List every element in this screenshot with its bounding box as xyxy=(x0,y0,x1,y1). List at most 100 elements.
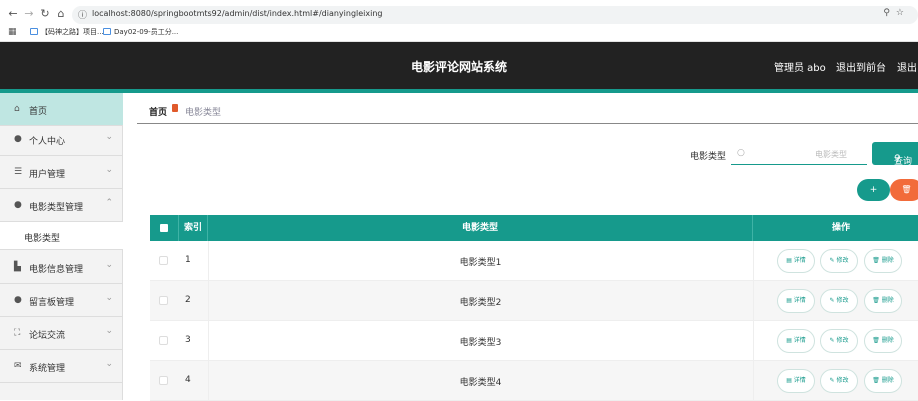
bookmark-item[interactable]: 【码神之路】项目... xyxy=(30,27,104,37)
sidebar-subitem-label: 电影类型 xyxy=(24,234,61,244)
trash-icon xyxy=(172,104,178,112)
sidebar-item-users[interactable]: ☰ 用户管理 ⌄ xyxy=(0,156,123,189)
chevron-down-icon: ⌄ xyxy=(105,132,113,142)
sidebar-item-home[interactable]: ⌂ 首页 xyxy=(0,93,123,126)
view-label: 详情 xyxy=(793,297,806,304)
edit-label: 修改 xyxy=(836,257,849,264)
table-row: 2 电影类型2 ▤ 详情 ✎ 修改 🗑 删除 xyxy=(150,281,918,321)
edit-label: 修改 xyxy=(836,377,849,384)
column-divider xyxy=(753,241,754,281)
document-icon: ▤ xyxy=(786,337,792,344)
delete-label: 删除 xyxy=(881,297,894,304)
column-header-operation: 操作 xyxy=(831,223,850,233)
list-icon: ☰ xyxy=(14,167,23,177)
delete-label: 删除 xyxy=(881,337,894,344)
url-bar[interactable]: ⓘ localhost:8080/springbootmts92/admin/d… xyxy=(72,6,918,24)
sidebar-item-system[interactable]: ✉ 系统管理 ⌄ xyxy=(0,350,123,383)
admin-user-label: 管理员 abo xyxy=(774,63,826,74)
chart-icon: ▙ xyxy=(14,262,21,272)
sidebar-item-messages[interactable]: ● 留言板管理 ⌄ xyxy=(0,284,123,317)
table-row: 1 电影类型1 ▤ 详情 ✎ 修改 🗑 删除 xyxy=(150,241,918,281)
column-header-index: 索引 xyxy=(179,215,208,241)
breadcrumb-home[interactable]: 首页 xyxy=(149,105,167,118)
chevron-down-icon: ⌄ xyxy=(105,359,113,369)
user-icon: ● xyxy=(14,295,22,305)
view-button[interactable]: ▤ 详情 xyxy=(777,329,815,353)
home-nav-icon[interactable]: ⌂ xyxy=(54,7,68,21)
table-row: 3 电影类型3 ▤ 详情 ✎ 修改 🗑 删除 xyxy=(150,321,918,361)
row-movie-type: 电影类型3 xyxy=(459,338,502,348)
delete-label: 删除 xyxy=(881,377,894,384)
bookmark-icon xyxy=(103,28,111,35)
bookmark-icon xyxy=(30,28,38,35)
row-movie-type: 电影类型2 xyxy=(459,298,502,308)
view-label: 详情 xyxy=(793,377,806,384)
edit-label: 修改 xyxy=(836,337,849,344)
edit-button[interactable]: ✎ 修改 xyxy=(820,249,858,273)
delete-label: 删除 xyxy=(881,257,894,264)
sidebar-item-label: 首页 xyxy=(29,107,48,117)
edit-button[interactable]: ✎ 修改 xyxy=(820,329,858,353)
trash-icon: 🗑 xyxy=(872,297,880,304)
reload-icon[interactable]: ↻ xyxy=(38,7,52,21)
trash-icon: 🗑 xyxy=(872,377,880,384)
address-row: ← → ↻ ⌂ ⓘ localhost:8080/springbootmts92… xyxy=(0,4,918,26)
edit-button[interactable]: ✎ 修改 xyxy=(820,369,858,393)
home-icon: ⌂ xyxy=(14,104,20,114)
table-row: 4 电影类型4 ▤ 详情 ✎ 修改 🗑 删除 xyxy=(150,361,918,401)
query-button[interactable]: 查询 ⚲ xyxy=(872,142,918,167)
view-button[interactable]: ▤ 详情 xyxy=(777,249,815,273)
edit-button[interactable]: ✎ 修改 xyxy=(820,289,858,313)
sidebar-item-label: 留言板管理 xyxy=(29,298,75,308)
back-icon[interactable]: ← xyxy=(6,7,20,21)
chevron-down-icon: ⌄ xyxy=(105,260,113,270)
sidebar-item-label: 电影类型管理 xyxy=(29,203,84,213)
forward-icon[interactable]: → xyxy=(22,7,36,21)
browser-actions-icon[interactable]: ⚲☆ xyxy=(883,8,910,18)
user-icon: ● xyxy=(14,200,22,210)
row-checkbox[interactable] xyxy=(159,296,168,305)
view-button[interactable]: ▤ 详情 xyxy=(777,289,815,313)
search-placeholder: 电影类型 xyxy=(815,150,847,159)
apps-grid-icon[interactable]: ▦ xyxy=(8,27,17,37)
row-checkbox[interactable] xyxy=(159,376,168,385)
table-header: 索引 电影类型 操作 xyxy=(150,215,918,241)
row-index: 3 xyxy=(185,335,191,345)
row-checkbox[interactable] xyxy=(159,336,168,345)
sidebar-item-forum[interactable]: ⛶ 论坛交流 ⌄ xyxy=(0,317,123,350)
document-icon: ▤ xyxy=(786,377,792,384)
sidebar-subitem-movie-type[interactable]: 电影类型 xyxy=(0,222,123,250)
frame-icon: ⛶ xyxy=(14,328,21,338)
batch-delete-button[interactable]: 🗑 xyxy=(890,179,918,201)
delete-button[interactable]: 🗑 删除 xyxy=(864,289,902,313)
column-divider xyxy=(753,281,754,321)
add-button[interactable]: + xyxy=(857,179,890,201)
document-icon: ▤ xyxy=(786,257,792,264)
sidebar-item-profile[interactable]: ● 个人中心 ⌄ xyxy=(0,123,123,156)
sidebar: ⌂ 首页 ● 个人中心 ⌄ ☰ 用户管理 ⌄ ● 电影类型管理 ⌃ 电影类型 ▙… xyxy=(0,93,123,400)
view-button[interactable]: ▤ 详情 xyxy=(777,369,815,393)
select-all-checkbox[interactable] xyxy=(150,215,179,241)
sidebar-item-movie-type[interactable]: ● 电影类型管理 ⌃ xyxy=(0,189,123,222)
sidebar-item-label: 系统管理 xyxy=(29,364,66,374)
view-label: 详情 xyxy=(793,257,806,264)
sidebar-item-label: 用户管理 xyxy=(29,170,66,180)
chevron-up-icon: ⌃ xyxy=(105,198,113,208)
delete-button[interactable]: 🗑 删除 xyxy=(864,249,902,273)
delete-button[interactable]: 🗑 删除 xyxy=(864,329,902,353)
trash-icon: 🗑 xyxy=(872,257,880,264)
site-info-icon[interactable]: ⓘ xyxy=(78,8,87,21)
search-label: 电影类型 xyxy=(690,152,727,162)
bookmark-item[interactable]: Day02-09-员工分... xyxy=(103,27,178,37)
edit-icon: ✎ xyxy=(829,257,835,264)
row-checkbox[interactable] xyxy=(159,256,168,265)
logout-link[interactable]: 退出 xyxy=(897,59,917,74)
edit-label: 修改 xyxy=(836,297,849,304)
sidebar-item-label: 论坛交流 xyxy=(29,331,66,341)
row-movie-type: 电影类型4 xyxy=(459,378,502,388)
sidebar-item-movie-info[interactable]: ▙ 电影信息管理 ⌄ xyxy=(0,251,123,284)
mail-icon: ✉ xyxy=(14,361,22,371)
delete-button[interactable]: 🗑 删除 xyxy=(864,369,902,393)
search-icon: ⚲ xyxy=(894,154,901,164)
exit-to-front-link[interactable]: 退出到前台 xyxy=(836,59,886,74)
